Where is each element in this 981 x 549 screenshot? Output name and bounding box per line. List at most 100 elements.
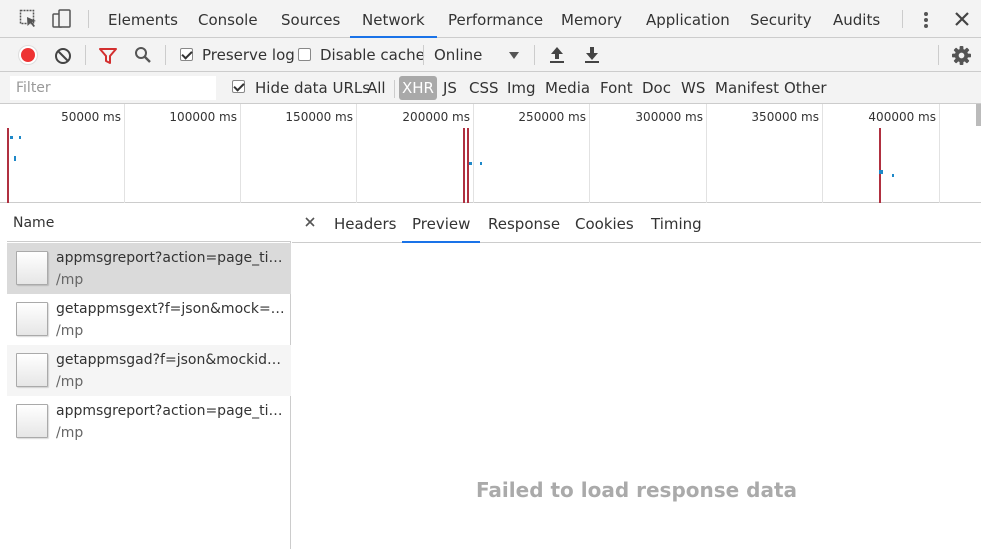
- request-list: Name appmsgreport?action=page_time&__biz…: [7, 203, 291, 549]
- type-filter-ws[interactable]: WS: [678, 76, 708, 100]
- devtools-tab-bar: Elements Console Sources Network Perform…: [0, 0, 981, 38]
- preserve-log-checkbox[interactable]: [180, 48, 193, 61]
- toolbar-divider: [85, 45, 86, 65]
- type-filter-img[interactable]: Img: [504, 76, 539, 100]
- tab-performance[interactable]: Performance: [448, 0, 543, 38]
- timeline-gridline: [356, 104, 357, 203]
- timeline-gridline: [473, 104, 474, 203]
- type-filter-manifest[interactable]: Manifest: [712, 76, 782, 100]
- request-bar: [879, 170, 883, 174]
- file-icon: [16, 251, 48, 285]
- filter-divider: [394, 80, 395, 98]
- hide-data-urls-checkbox[interactable]: [232, 80, 245, 93]
- load-marker: [467, 128, 469, 203]
- tab-sources[interactable]: Sources: [281, 0, 340, 38]
- request-row[interactable]: getappmsgext?f=json&mock=&uin=... /mp: [7, 294, 291, 345]
- record-button[interactable]: [18, 45, 38, 65]
- import-har-icon[interactable]: [548, 45, 566, 65]
- tab-cookies[interactable]: Cookies: [575, 215, 634, 233]
- toolbar-divider: [423, 45, 424, 65]
- request-path: /mp: [56, 374, 84, 390]
- chevron-down-icon[interactable]: [509, 52, 519, 59]
- request-row[interactable]: appmsgreport?action=page_time&__biz=... …: [7, 396, 291, 447]
- request-path: /mp: [56, 323, 84, 339]
- left-gutter: [0, 203, 7, 549]
- tab-preview[interactable]: Preview: [401, 215, 481, 243]
- clear-icon[interactable]: [54, 47, 72, 65]
- timeline-scroll-handle[interactable]: [976, 104, 981, 126]
- tab-security[interactable]: Security: [750, 0, 812, 38]
- request-bar: [19, 136, 21, 139]
- column-header-label: Name: [13, 215, 55, 231]
- type-filter-doc[interactable]: Doc: [639, 76, 674, 100]
- timeline-overview[interactable]: 50000 ms 100000 ms 150000 ms 200000 ms 2…: [0, 104, 981, 203]
- tab-network[interactable]: Network: [350, 0, 437, 38]
- export-har-icon[interactable]: [583, 45, 601, 65]
- request-path: /mp: [56, 425, 84, 441]
- request-row[interactable]: getappmsgad?f=json&mockid=... /mp: [7, 345, 291, 396]
- throttling-select[interactable]: Online: [434, 46, 482, 64]
- timeline-tick-label: 350000 ms: [751, 110, 819, 124]
- tab-headers[interactable]: Headers: [334, 215, 396, 233]
- preview-panel: Failed to load response data: [292, 243, 981, 549]
- inspect-element-icon[interactable]: [19, 9, 39, 29]
- network-toolbar: Preserve log Disable cache Online: [0, 38, 981, 72]
- timeline-gridline: [124, 104, 125, 203]
- type-filter-all[interactable]: All: [364, 76, 389, 100]
- request-detail-tabs: Headers Preview Response Cookies Timing: [292, 203, 981, 243]
- request-bar: [480, 162, 482, 165]
- empty-state-message: Failed to load response data: [475, 478, 798, 502]
- close-icon[interactable]: [303, 215, 317, 229]
- gear-icon[interactable]: [952, 46, 971, 65]
- type-filter-css[interactable]: CSS: [466, 76, 502, 100]
- timeline-gridline: [589, 104, 590, 203]
- tab-bar-divider: [902, 10, 903, 28]
- request-bar: [469, 162, 472, 165]
- request-name: getappmsgad?f=json&mockid=...: [56, 352, 286, 368]
- timeline-tick-label: 250000 ms: [518, 110, 586, 124]
- disable-cache-checkbox[interactable]: [298, 48, 311, 61]
- tab-response[interactable]: Response: [488, 215, 560, 233]
- type-filter-media[interactable]: Media: [542, 76, 593, 100]
- timeline-tick-label: 200000 ms: [402, 110, 470, 124]
- preserve-log-label[interactable]: Preserve log: [202, 46, 295, 64]
- timeline-gridline: [240, 104, 241, 203]
- timeline-gridline: [706, 104, 707, 203]
- request-name: getappmsgext?f=json&mock=&uin=...: [56, 301, 286, 317]
- tab-console[interactable]: Console: [198, 0, 258, 38]
- load-marker: [463, 128, 465, 203]
- tab-timing[interactable]: Timing: [651, 215, 702, 233]
- toolbar-divider: [165, 45, 166, 65]
- type-filter-other[interactable]: Other: [781, 76, 830, 100]
- more-options-icon[interactable]: [918, 9, 934, 29]
- toolbar-divider: [938, 45, 939, 65]
- request-path: /mp: [56, 272, 84, 288]
- request-bar: [10, 136, 13, 139]
- timeline-tick-label: 50000 ms: [61, 110, 121, 124]
- type-filter-xhr[interactable]: XHR: [399, 76, 437, 100]
- close-icon[interactable]: [951, 8, 973, 30]
- device-toolbar-icon[interactable]: [52, 9, 72, 29]
- timeline-gridline: [822, 104, 823, 203]
- tab-elements[interactable]: Elements: [108, 0, 178, 38]
- timeline-tick-label: 400000 ms: [868, 110, 936, 124]
- request-bar: [14, 156, 16, 161]
- search-icon[interactable]: [134, 46, 152, 64]
- request-row[interactable]: appmsgreport?action=page_time&__biz=... …: [7, 243, 291, 294]
- timeline-tick-label: 100000 ms: [169, 110, 237, 124]
- load-marker: [879, 128, 881, 203]
- hide-data-urls-label[interactable]: Hide data URLs: [252, 76, 373, 100]
- tab-audits[interactable]: Audits: [833, 0, 880, 38]
- disable-cache-label[interactable]: Disable cache: [320, 46, 425, 64]
- tab-application[interactable]: Application: [646, 0, 730, 38]
- file-icon: [16, 353, 48, 387]
- request-name: appmsgreport?action=page_time&__biz=...: [56, 403, 286, 419]
- type-filter-font[interactable]: Font: [597, 76, 636, 100]
- file-icon: [16, 302, 48, 336]
- filter-icon[interactable]: [99, 47, 117, 65]
- tab-memory[interactable]: Memory: [561, 0, 622, 38]
- filter-input[interactable]: [10, 76, 216, 100]
- request-bar: [892, 174, 894, 177]
- name-column-header[interactable]: Name: [7, 203, 291, 242]
- type-filter-js[interactable]: JS: [440, 76, 460, 100]
